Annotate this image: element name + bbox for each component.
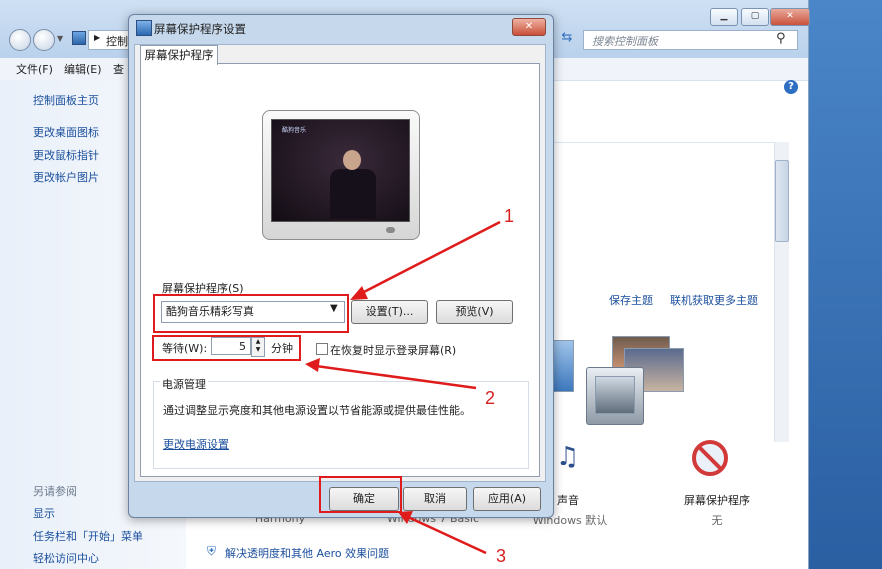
annotation-label-3: 3 — [496, 546, 507, 566]
arrow-2-head — [305, 358, 320, 372]
arrow-1-line — [359, 220, 501, 296]
arrow-2-line — [315, 364, 477, 390]
annotation-label-1: 1 — [504, 206, 515, 226]
annotation-label-2: 2 — [485, 388, 496, 408]
arrow-3-line — [407, 515, 487, 555]
annotation-arrows — [305, 220, 501, 555]
arrow-1-head — [350, 286, 368, 300]
